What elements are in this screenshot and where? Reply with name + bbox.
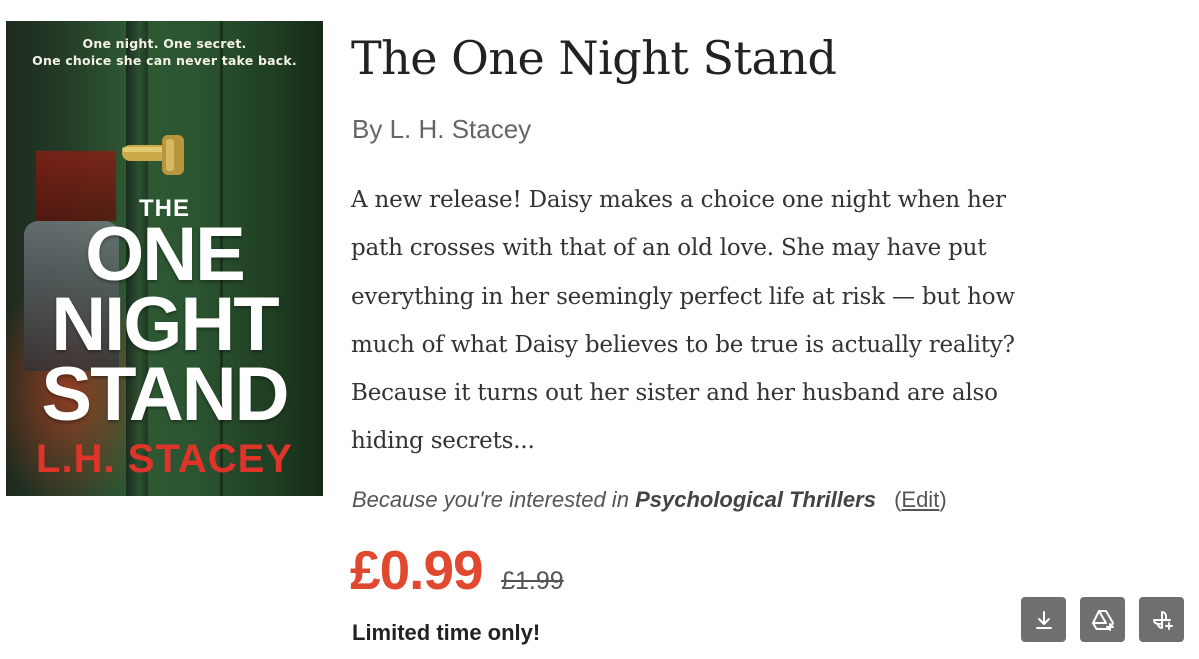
price-row: £0.99 £1.99 (350, 538, 564, 602)
download-button[interactable] (1021, 597, 1066, 642)
edit-close-paren: ) (939, 487, 947, 512)
description-line: everything in her seemingly perfect life… (351, 283, 1015, 310)
genre-name: Psychological Thrillers (635, 487, 876, 512)
book-byline: By L. H. Stacey (352, 114, 532, 144)
edit-interest-link[interactable]: Edit (901, 487, 939, 512)
description-line: path crosses with that of an old love. S… (351, 235, 987, 262)
cover-tagline-line-2: One choice she can never take back. (32, 53, 297, 68)
add-to-drive-button[interactable] (1080, 597, 1125, 642)
cover-tagline: One night. One secret. One choice she ca… (6, 35, 323, 69)
book-title[interactable]: The One Night Stand (351, 32, 837, 85)
cover-tagline-line-1: One night. One secret. (82, 36, 247, 51)
recommendation-lead: Because you're interested in (352, 487, 629, 512)
description-line: Because it turns out her sister and her … (351, 380, 998, 407)
sale-price: £0.99 (350, 539, 484, 601)
book-cover[interactable]: One night. One secret. One choice she ca… (6, 21, 323, 496)
recommendation-reason: Because you're interested in Psychologic… (352, 487, 947, 513)
description-line: A new release! Daisy makes a choice one … (351, 187, 1006, 213)
description-line: much of what Daisy believes to be true i… (351, 331, 1015, 358)
door-handle-image (122, 135, 184, 175)
add-to-drive-icon (1091, 609, 1114, 631)
image-actions (1021, 597, 1184, 642)
cover-title-stand: STAND (41, 352, 289, 437)
original-price: £1.99 (501, 567, 564, 595)
limited-time-note: Limited time only! (352, 620, 541, 645)
add-to-photos-icon (1152, 610, 1173, 630)
cover-author: L.H. STACEY (36, 437, 293, 481)
download-icon (1035, 610, 1052, 629)
description-line: hiding secrets... (351, 428, 535, 455)
add-to-photos-button[interactable] (1139, 597, 1184, 642)
book-description: A new release! Daisy makes a choice one … (351, 176, 1141, 466)
